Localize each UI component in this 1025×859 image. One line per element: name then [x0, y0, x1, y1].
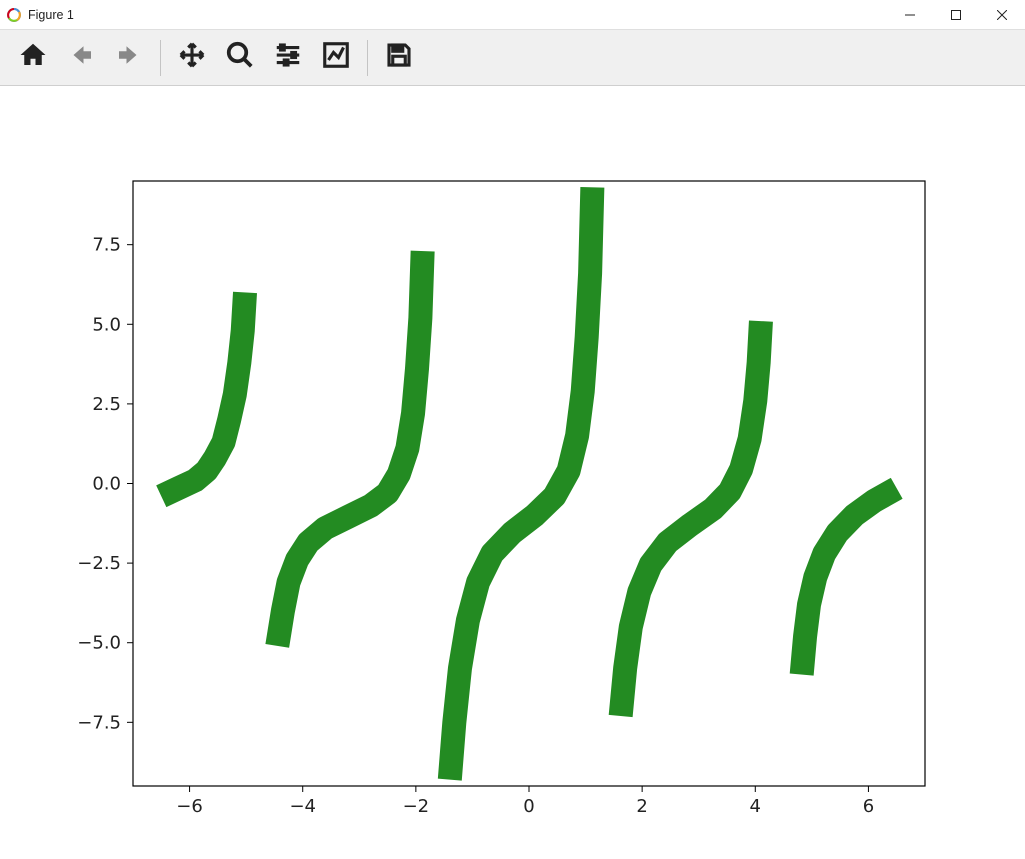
pan-icon [177, 40, 207, 75]
axes-icon [321, 40, 351, 75]
x-tick-label: 0 [523, 796, 534, 817]
save-button[interactable] [378, 37, 420, 79]
y-tick-label: −5.0 [77, 633, 121, 654]
y-tick-label: −7.5 [77, 712, 121, 733]
x-tick-label: 4 [750, 796, 761, 817]
close-button[interactable] [979, 0, 1025, 29]
x-tick-label: 2 [636, 796, 647, 817]
curve-5 [802, 488, 897, 674]
configure-icon [273, 40, 303, 75]
minimize-button[interactable] [887, 0, 933, 29]
home-icon [18, 40, 48, 75]
curve-2 [277, 251, 422, 646]
axes-frame [133, 181, 925, 786]
forward-icon [114, 40, 144, 75]
y-tick-label: 2.5 [92, 394, 121, 415]
y-tick-label: 5.0 [92, 314, 121, 335]
back-button[interactable] [60, 37, 102, 79]
x-tick-label: 6 [863, 796, 874, 817]
zoom-button[interactable] [219, 37, 261, 79]
x-tick-label: −4 [289, 796, 316, 817]
axes-button[interactable] [315, 37, 357, 79]
figure-canvas[interactable]: −6 −4 −2 0 2 4 6 −7.5 −5.0 −2.5 0.0 2.5 5.0 7.5 [0, 86, 1025, 857]
y-tick-label: 0.0 [92, 474, 121, 495]
y-tick-label: −2.5 [77, 553, 121, 574]
curve-4 [621, 321, 761, 716]
configure-button[interactable] [267, 37, 309, 79]
x-tick-label: −6 [176, 796, 203, 817]
back-icon [66, 40, 96, 75]
home-button[interactable] [12, 37, 54, 79]
toolbar-separator [367, 40, 368, 76]
x-tick-label: −2 [403, 796, 430, 817]
toolbar-separator [160, 40, 161, 76]
curve-3 [450, 187, 593, 779]
app-icon [6, 7, 22, 23]
maximize-button[interactable] [933, 0, 979, 29]
matplotlib-toolbar [0, 30, 1025, 86]
save-icon [384, 40, 414, 75]
forward-button[interactable] [108, 37, 150, 79]
plot-svg: −6 −4 −2 0 2 4 6 −7.5 −5.0 −2.5 0.0 2.5 5.0 7.5 [0, 86, 1025, 857]
zoom-icon [225, 40, 255, 75]
window-titlebar: Figure 1 [0, 0, 1025, 30]
y-tick-label: 7.5 [92, 235, 121, 256]
curve-1 [161, 292, 245, 496]
pan-button[interactable] [171, 37, 213, 79]
window-title: Figure 1 [28, 8, 74, 22]
